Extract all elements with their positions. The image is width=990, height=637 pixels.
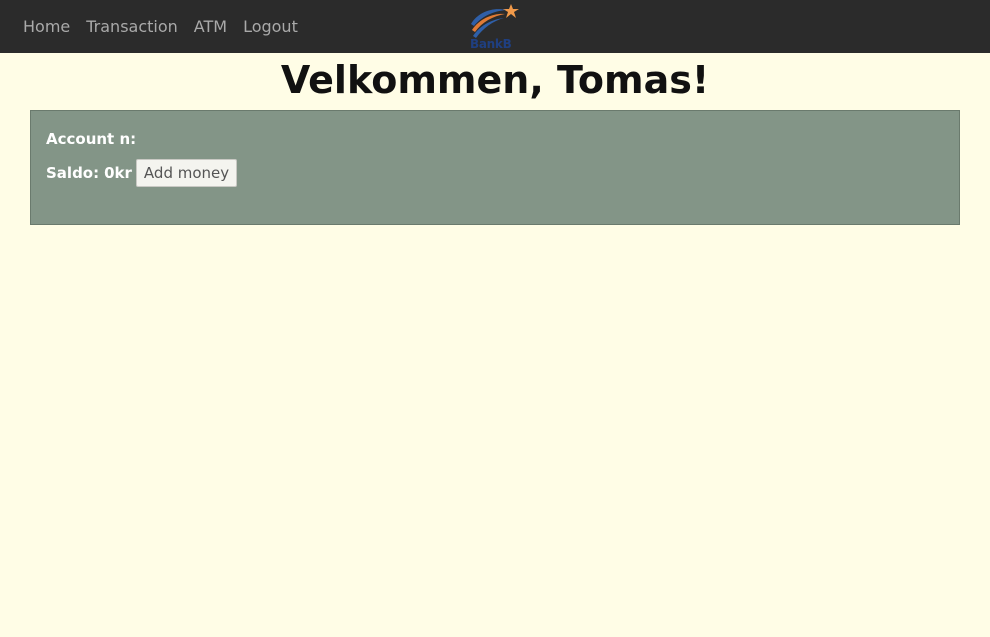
welcome-heading: Velkommen, Tomas! — [280, 58, 710, 102]
saldo-value: 0kr — [104, 164, 132, 182]
account-number-label: Account n: — [46, 130, 137, 148]
logo-text: BankB — [470, 37, 512, 51]
nav-link-transaction[interactable]: Transaction — [78, 0, 186, 53]
nav-link-home[interactable]: Home — [15, 0, 78, 53]
add-money-button[interactable]: Add money — [135, 159, 238, 187]
account-panel: Account n: Saldo: 0kr Add money — [30, 110, 960, 225]
nav-link-atm[interactable]: ATM — [186, 0, 235, 53]
saldo-label: Saldo: — [46, 164, 100, 182]
top-navbar: Home Transaction ATM Logout BankB — [0, 0, 990, 53]
nav-links: Home Transaction ATM Logout — [15, 0, 306, 53]
saldo-row: Saldo: 0kr Add money — [46, 159, 238, 187]
bank-logo[interactable]: BankB — [468, 2, 524, 52]
nav-link-logout[interactable]: Logout — [235, 0, 306, 53]
